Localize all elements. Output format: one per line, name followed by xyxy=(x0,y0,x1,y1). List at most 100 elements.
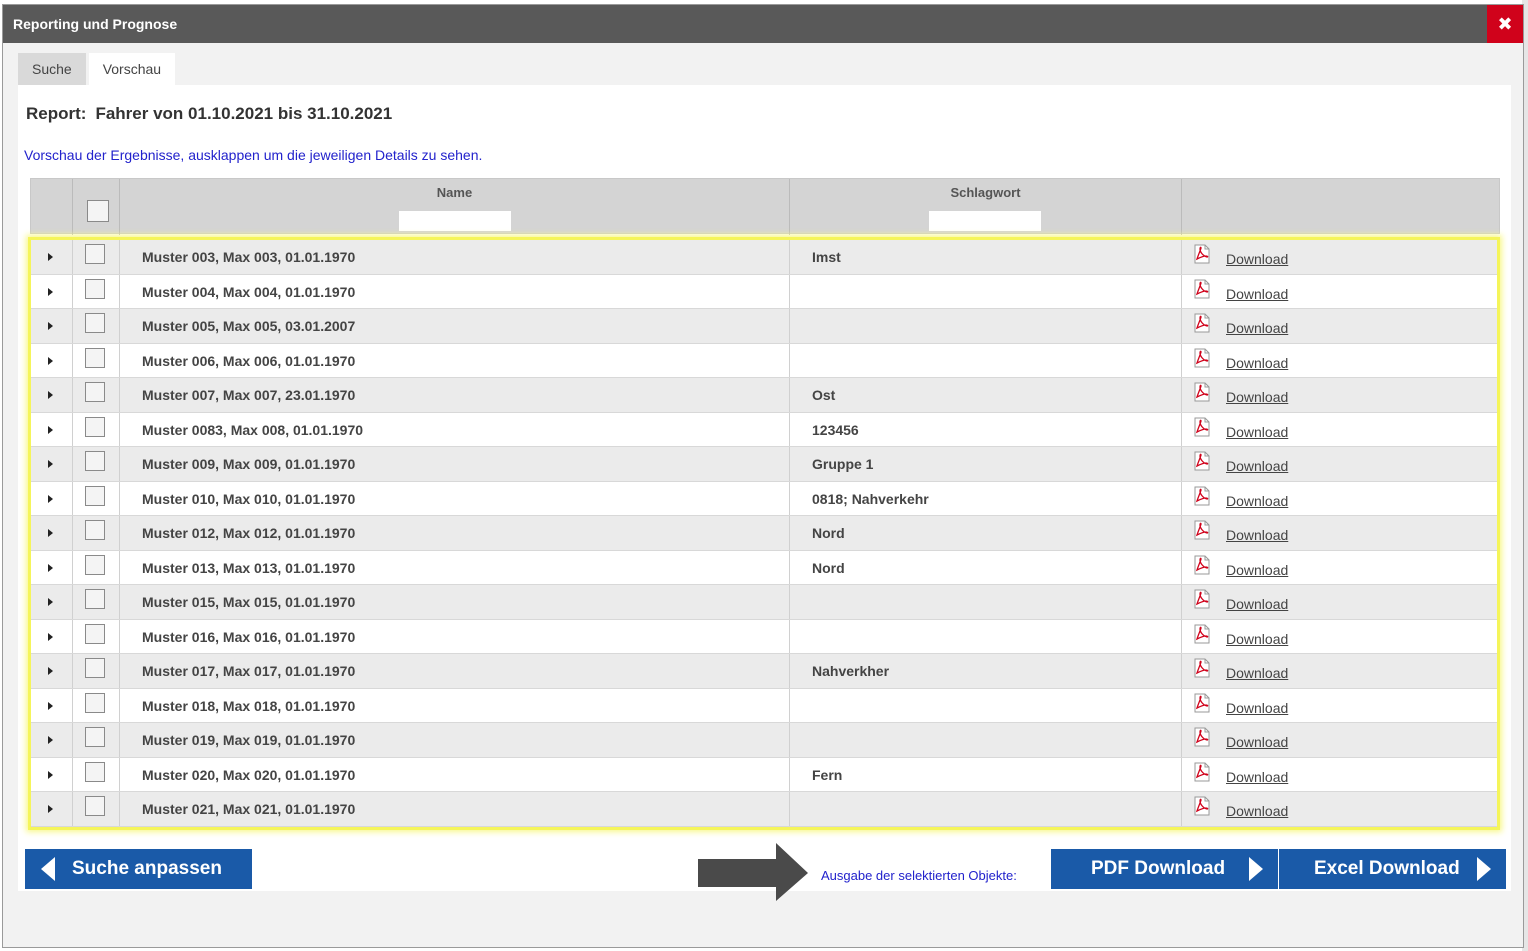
download-link[interactable]: Download xyxy=(1226,493,1288,509)
name-cell: Muster 020, Max 020, 01.01.1970 xyxy=(120,757,790,791)
arrow-left-icon xyxy=(41,857,55,881)
expand-arrow-icon[interactable] xyxy=(48,563,53,572)
name-cell: Muster 013, Max 013, 01.01.1970 xyxy=(120,550,790,584)
row-checkbox[interactable] xyxy=(85,244,105,264)
download-link[interactable]: Download xyxy=(1226,355,1288,371)
table-row: Muster 0083, Max 008, 01.01.1970 123456 … xyxy=(31,412,1497,447)
row-checkbox[interactable] xyxy=(85,796,105,816)
expand-arrow-icon[interactable] xyxy=(48,770,53,779)
select-all-checkbox[interactable] xyxy=(87,200,109,222)
row-checkbox[interactable] xyxy=(85,416,105,437)
schlagwort-cell xyxy=(790,343,1182,377)
pdf-file-icon xyxy=(1194,762,1210,781)
expand-arrow-icon[interactable] xyxy=(48,494,53,503)
schlagwort-cell xyxy=(790,688,1182,722)
download-link[interactable]: Download xyxy=(1226,562,1288,578)
row-checkbox[interactable] xyxy=(85,658,105,678)
tab-vorschau[interactable]: Vorschau xyxy=(88,53,176,85)
pdf-download-button[interactable]: PDF Download xyxy=(1051,849,1278,889)
row-schlagwort: Nord xyxy=(812,525,845,541)
expand-arrow-icon[interactable] xyxy=(48,529,53,537)
select-cell xyxy=(73,240,120,274)
select-cell xyxy=(73,412,120,446)
row-name: Muster 004, Max 004, 01.01.1970 xyxy=(142,283,356,300)
column-header-name: Name xyxy=(436,185,473,200)
tab-suche[interactable]: Suche xyxy=(18,53,86,85)
expand-arrow-icon[interactable] xyxy=(48,425,53,434)
name-cell: Muster 017, Max 017, 01.01.1970 xyxy=(120,654,790,688)
row-schlagwort: Nord xyxy=(812,559,845,576)
expand-arrow-icon[interactable] xyxy=(48,287,53,296)
excel-download-button[interactable]: Excel Download xyxy=(1279,849,1506,889)
download-link[interactable]: Download xyxy=(1226,700,1288,716)
download-link[interactable]: Download xyxy=(1226,424,1288,440)
pdf-file-icon xyxy=(1194,451,1210,471)
expand-arrow-icon[interactable] xyxy=(48,253,53,261)
select-cell xyxy=(73,481,120,515)
close-button[interactable]: ✖ xyxy=(1487,5,1523,43)
name-cell: Muster 010, Max 010, 01.01.1970 xyxy=(120,481,790,515)
name-cell: Muster 004, Max 004, 01.01.1970 xyxy=(120,274,790,308)
row-checkbox[interactable] xyxy=(85,520,105,540)
expand-arrow-icon[interactable] xyxy=(48,736,53,744)
dialog-title: Reporting und Prognose xyxy=(13,16,178,32)
expander-cell xyxy=(31,688,73,722)
row-name: Muster 010, Max 010, 01.01.1970 xyxy=(142,490,356,507)
suche-anpassen-button[interactable]: Suche anpassen xyxy=(25,849,252,889)
row-checkbox[interactable] xyxy=(85,313,105,333)
download-link[interactable]: Download xyxy=(1226,320,1288,336)
expand-arrow-icon[interactable] xyxy=(48,356,53,365)
table-row: Muster 004, Max 004, 01.01.1970 Download xyxy=(31,274,1497,309)
name-cell: Muster 021, Max 021, 01.01.1970 xyxy=(120,792,790,826)
download-link[interactable]: Download xyxy=(1226,665,1288,681)
row-checkbox[interactable] xyxy=(85,692,105,713)
select-cell xyxy=(73,723,120,757)
download-link[interactable]: Download xyxy=(1226,734,1288,750)
row-checkbox[interactable] xyxy=(85,451,105,471)
select-cell xyxy=(73,378,120,412)
dialog-titlebar: Reporting und Prognose ✖ xyxy=(3,5,1523,43)
download-link[interactable]: Download xyxy=(1226,769,1288,785)
schlagwort-filter-input[interactable] xyxy=(929,211,1041,231)
download-link[interactable]: Download xyxy=(1226,803,1288,819)
download-link[interactable]: Download xyxy=(1226,286,1288,302)
expand-arrow-icon[interactable] xyxy=(48,460,53,468)
row-schlagwort: 0818; Nahverkehr xyxy=(812,490,929,507)
expander-cell xyxy=(31,619,73,653)
row-checkbox[interactable] xyxy=(85,589,105,609)
expand-arrow-icon[interactable] xyxy=(48,805,53,813)
row-name: Muster 018, Max 018, 01.01.1970 xyxy=(142,697,356,714)
name-cell: Muster 003, Max 003, 01.01.1970 xyxy=(120,240,790,274)
schlagwort-cell xyxy=(790,309,1182,343)
expander-cell xyxy=(31,550,73,584)
row-schlagwort: Imst xyxy=(812,249,841,265)
row-checkbox[interactable] xyxy=(85,727,105,747)
row-checkbox[interactable] xyxy=(85,485,105,506)
download-link[interactable]: Download xyxy=(1226,458,1288,474)
download-link[interactable]: Download xyxy=(1226,596,1288,612)
row-checkbox[interactable] xyxy=(85,623,105,644)
row-checkbox[interactable] xyxy=(85,554,105,575)
expand-arrow-icon[interactable] xyxy=(48,598,53,606)
expand-arrow-icon[interactable] xyxy=(48,667,53,675)
expand-arrow-icon[interactable] xyxy=(48,391,53,399)
download-link[interactable]: Download xyxy=(1226,631,1288,647)
select-cell xyxy=(73,274,120,308)
row-checkbox[interactable] xyxy=(85,347,105,368)
row-checkbox[interactable] xyxy=(85,278,105,299)
select-cell xyxy=(73,550,120,584)
name-filter-input[interactable] xyxy=(399,211,511,231)
expand-arrow-icon[interactable] xyxy=(48,322,53,330)
download-link[interactable]: Download xyxy=(1226,251,1288,267)
table-row: Muster 007, Max 007, 23.01.1970 Ost Down… xyxy=(31,378,1497,413)
row-checkbox[interactable] xyxy=(85,761,105,782)
download-link[interactable]: Download xyxy=(1226,527,1288,543)
preview-panel: Report: Fahrer von 01.10.2021 bis 31.10.2… xyxy=(18,85,1511,901)
table-row: Muster 013, Max 013, 01.01.1970 Nord Dow… xyxy=(31,550,1497,585)
row-checkbox[interactable] xyxy=(85,382,105,402)
close-icon: ✖ xyxy=(1497,14,1513,34)
download-link[interactable]: Download xyxy=(1226,389,1288,405)
expand-arrow-icon[interactable] xyxy=(48,701,53,710)
expand-arrow-icon[interactable] xyxy=(48,632,53,641)
name-cell: Muster 005, Max 005, 03.01.2007 xyxy=(120,309,790,343)
